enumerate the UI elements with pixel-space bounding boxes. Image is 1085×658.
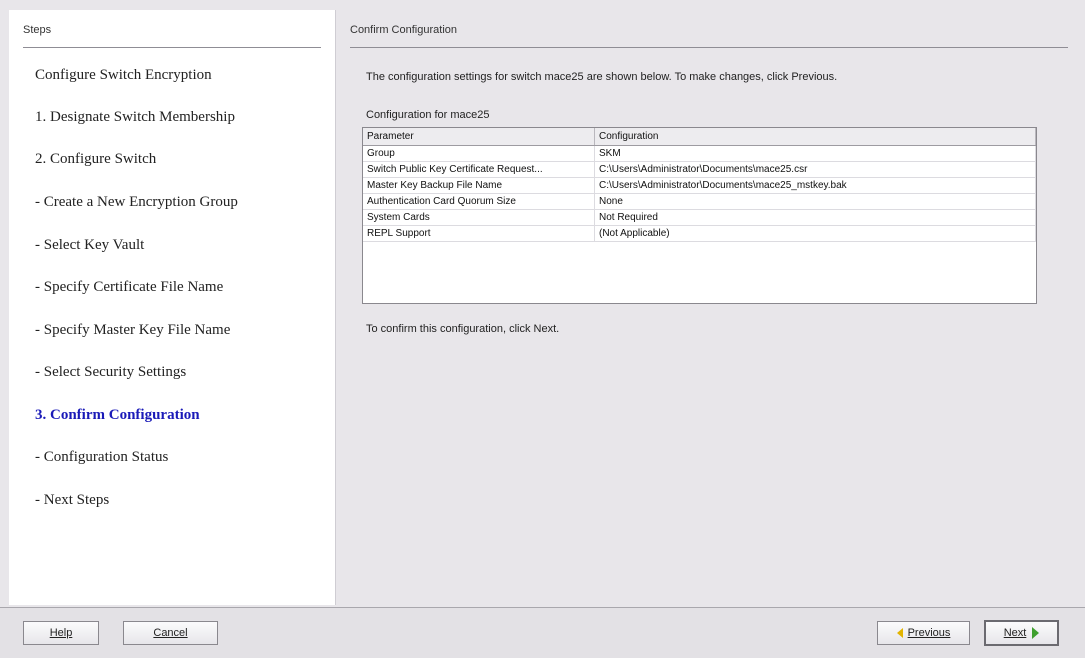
wizard-window: Steps Configure Switch Encryption 1. Des… [0,0,1085,658]
step-next-steps: - Next Steps [35,492,110,508]
confirm-instruction-text: To confirm this configuration, click Nex… [366,323,560,335]
table-row[interactable]: Switch Public Key Certificate Request...… [363,161,1036,178]
column-header-parameter[interactable]: Parameter [363,128,595,146]
next-button[interactable]: Next [984,620,1059,646]
configuration-for-label: Configuration for mace25 [366,109,490,121]
column-header-configuration[interactable]: Configuration [594,128,1036,146]
button-bar: Help Cancel Previous Next [0,608,1085,658]
main-panel: Confirm Configuration The configuration … [336,10,1076,605]
table-row[interactable]: Authentication Card Quorum Size None [363,193,1036,210]
step-confirm-configuration: 3. Confirm Configuration [35,407,200,423]
step-create-encryption-group: - Create a New Encryption Group [35,194,238,210]
table-row[interactable]: System Cards Not Required [363,209,1036,226]
table-row[interactable]: Group SKM [363,145,1036,162]
step-select-security-settings: - Select Security Settings [35,364,187,380]
cancel-button[interactable]: Cancel [123,621,218,645]
next-button-label: Next [1003,627,1027,639]
steps-header: Steps [23,24,321,48]
parameter-cell: System Cards [363,209,595,226]
step-select-key-vault: - Select Key Vault [35,237,145,253]
parameter-cell: Authentication Card Quorum Size [363,193,595,210]
step-configuration-status: - Configuration Status [35,449,169,465]
cancel-button-label: Cancel [153,627,188,639]
help-button-label: Help [49,627,73,639]
parameter-cell: REPL Support [363,225,595,242]
configuration-cell: C:\Users\Administrator\Documents\mace25.… [594,161,1036,178]
step-specify-master-key-file-name: - Specify Master Key File Name [35,322,231,338]
table-row[interactable]: Master Key Backup File Name C:\Users\Adm… [363,177,1036,194]
intro-text: The configuration settings for switch ma… [366,71,838,83]
parameter-cell: Master Key Backup File Name [363,177,595,194]
configuration-cell: None [594,193,1036,210]
configuration-table: Parameter Configuration Group SKM Switch… [363,128,1036,242]
table-row[interactable]: REPL Support (Not Applicable) [363,225,1036,242]
previous-button[interactable]: Previous [877,621,970,645]
page-title: Confirm Configuration [350,24,1068,48]
configuration-cell: SKM [594,145,1036,162]
help-button[interactable]: Help [23,621,99,645]
parameter-cell: Switch Public Key Certificate Request... [363,161,595,178]
table-header-row: Parameter Configuration [363,128,1036,146]
step-specify-certificate-file-name: - Specify Certificate File Name [35,279,224,295]
previous-button-label: Previous [907,627,951,639]
step-designate-switch-membership: 1. Designate Switch Membership [35,109,235,125]
step-configure-switch-encryption: Configure Switch Encryption [35,67,212,83]
arrow-left-icon [896,628,903,638]
parameter-cell: Group [363,145,595,162]
arrow-right-icon [1032,627,1040,639]
step-configure-switch: 2. Configure Switch [35,151,157,167]
configuration-cell: Not Required [594,209,1036,226]
configuration-table-container[interactable]: Parameter Configuration Group SKM Switch… [362,127,1037,304]
configuration-cell: (Not Applicable) [594,225,1036,242]
steps-panel: Steps Configure Switch Encryption 1. Des… [9,10,336,605]
configuration-cell: C:\Users\Administrator\Documents\mace25_… [594,177,1036,194]
